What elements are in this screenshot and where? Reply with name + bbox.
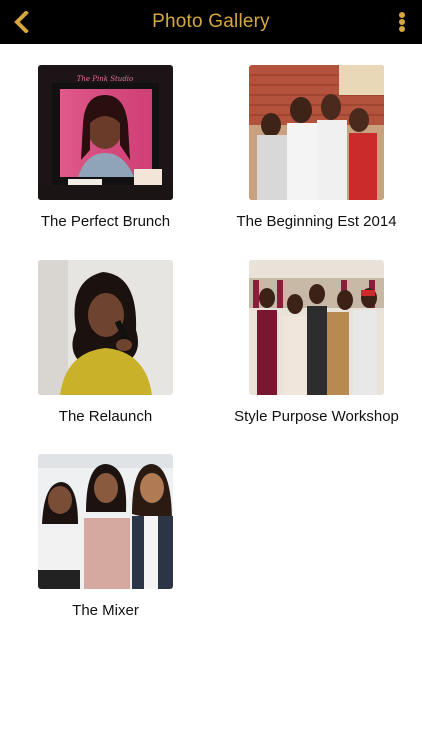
album-caption: The Beginning Est 2014 xyxy=(236,213,397,230)
album-item[interactable]: The Beginning Est 2014 xyxy=(211,65,422,230)
album-thumbnail[interactable] xyxy=(249,260,384,395)
back-button[interactable] xyxy=(6,6,38,38)
album-item[interactable]: The Relaunch xyxy=(0,260,211,425)
album-caption: Style Purpose Workshop xyxy=(234,408,399,425)
album-thumbnail[interactable] xyxy=(38,454,173,589)
album-item[interactable]: The Mixer xyxy=(0,454,211,619)
album-caption: The Relaunch xyxy=(58,408,153,425)
photo-frame-text: The Pink Studio xyxy=(77,75,134,83)
album-caption: The Mixer xyxy=(72,602,139,619)
top-app-bar: Photo Gallery xyxy=(0,0,422,44)
app-screen: Photo Gallery The Pink Studio The Perfec… xyxy=(0,0,422,750)
album-item[interactable]: The Pink Studio The Perfect Brunch xyxy=(0,65,211,230)
album-thumbnail[interactable] xyxy=(249,65,384,200)
page-title: Photo Gallery xyxy=(152,11,270,32)
album-photo: The Pink Studio xyxy=(38,65,173,200)
album-thumbnail[interactable]: The Pink Studio xyxy=(38,65,173,200)
album-caption: The Perfect Brunch xyxy=(40,213,171,230)
album-photo xyxy=(249,65,384,200)
album-thumbnail[interactable] xyxy=(38,260,173,395)
album-photo xyxy=(38,454,173,589)
chevron-left-icon xyxy=(14,11,29,33)
album-photo xyxy=(38,260,173,395)
overflow-menu-button[interactable] xyxy=(388,6,416,38)
more-vertical-icon xyxy=(399,12,405,32)
album-item[interactable]: Style Purpose Workshop xyxy=(211,260,422,425)
album-photo xyxy=(249,260,384,395)
